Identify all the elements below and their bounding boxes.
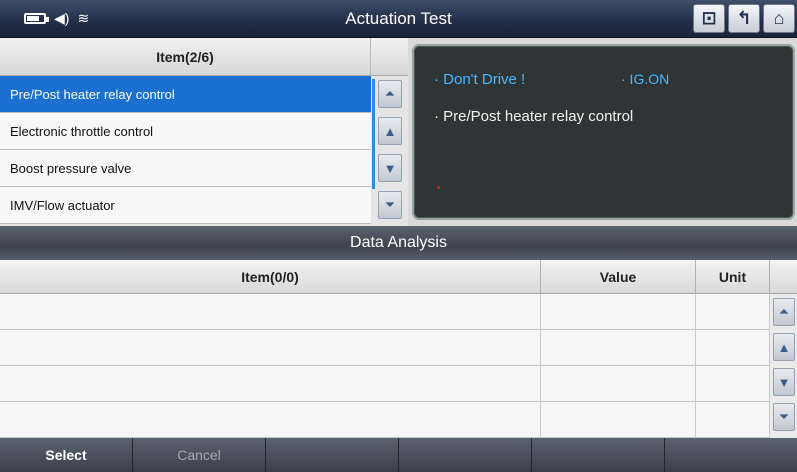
back-arrow-icon: ↰	[736, 8, 752, 28]
table-row[interactable]	[0, 402, 770, 438]
column-header-unit[interactable]: Unit	[696, 260, 770, 294]
list-item[interactable]: Electronic throttle control	[0, 113, 371, 150]
cell-item	[0, 402, 541, 438]
cell-value	[541, 366, 696, 402]
warning-text: · Don't Drive !	[434, 71, 526, 88]
cell-value	[541, 330, 696, 366]
page-up-icon[interactable]: ⏶	[773, 298, 795, 326]
window-title: Actuation Test	[345, 9, 452, 28]
red-dot	[437, 186, 440, 189]
data-table-scrollbar[interactable]: ⏶ ▲ ▼ ⏷	[770, 294, 797, 438]
item-list: Pre/Post heater relay control Electronic…	[0, 76, 371, 224]
column-header-value[interactable]: Value	[541, 260, 696, 294]
list-item[interactable]: Pre/Post heater relay control	[0, 76, 371, 113]
actuation-item-panel: Item(2/6) Pre/Post heater relay control …	[0, 38, 408, 226]
item-list-header: Item(2/6)	[0, 38, 371, 76]
cell-value	[541, 402, 696, 438]
cell-unit	[696, 402, 770, 438]
page-up-icon[interactable]: ⏶	[378, 80, 402, 108]
back-button[interactable]: ↰	[728, 4, 760, 33]
cell-item	[0, 330, 541, 366]
item-list-header-spacer	[371, 38, 408, 76]
selected-item-text: · Pre/Post heater relay control	[434, 108, 634, 125]
condition-text: · IG.ON	[621, 71, 670, 87]
list-item[interactable]: Boost pressure valve	[0, 150, 371, 187]
item-list-scrollbar[interactable]: ⏶ ▲ ▼ ⏷	[371, 76, 408, 226]
cell-unit	[696, 366, 770, 402]
home-icon: ⌂	[773, 8, 785, 28]
cell-unit	[696, 294, 770, 330]
message-panel: · Don't Drive ! · IG.ON · Pre/Post heate…	[412, 44, 795, 220]
bottom-action-bar: Select Cancel	[0, 438, 797, 472]
cell-value	[541, 294, 696, 330]
cancel-button[interactable]: Cancel	[133, 438, 266, 472]
table-row[interactable]	[0, 294, 770, 330]
action-button-4[interactable]	[399, 438, 532, 472]
vci-button[interactable]: ⊡	[693, 4, 725, 33]
cell-item	[0, 294, 541, 330]
action-button-3[interactable]	[266, 438, 399, 472]
scroll-down-icon[interactable]: ▼	[378, 154, 402, 182]
scroll-track[interactable]	[372, 79, 375, 189]
select-button[interactable]: Select	[0, 438, 133, 472]
page-down-icon[interactable]: ⏷	[378, 191, 402, 219]
vci-icon: ⊡	[701, 8, 717, 28]
scroll-up-icon[interactable]: ▲	[773, 333, 795, 361]
data-analysis-table: Item(0/0) Value Unit ⏶ ▲ ▼ ⏷	[0, 260, 797, 438]
cell-unit	[696, 330, 770, 366]
data-analysis-title: Data Analysis	[0, 226, 797, 260]
table-row[interactable]	[0, 330, 770, 366]
table-header: Item(0/0) Value Unit	[0, 260, 797, 294]
table-row[interactable]	[0, 366, 770, 402]
page-down-icon[interactable]: ⏷	[773, 403, 795, 431]
column-header-item[interactable]: Item(0/0)	[0, 260, 541, 294]
scroll-down-icon[interactable]: ▼	[773, 368, 795, 396]
scroll-up-icon[interactable]: ▲	[378, 117, 402, 145]
list-item[interactable]: IMV/Flow actuator	[0, 187, 371, 224]
action-button-6[interactable]	[665, 438, 797, 472]
home-button[interactable]: ⌂	[763, 4, 795, 33]
action-button-5[interactable]	[532, 438, 665, 472]
cell-item	[0, 366, 541, 402]
title-bar: ◀) ≋ Actuation Test ⊡ ↰ ⌂	[0, 0, 797, 38]
